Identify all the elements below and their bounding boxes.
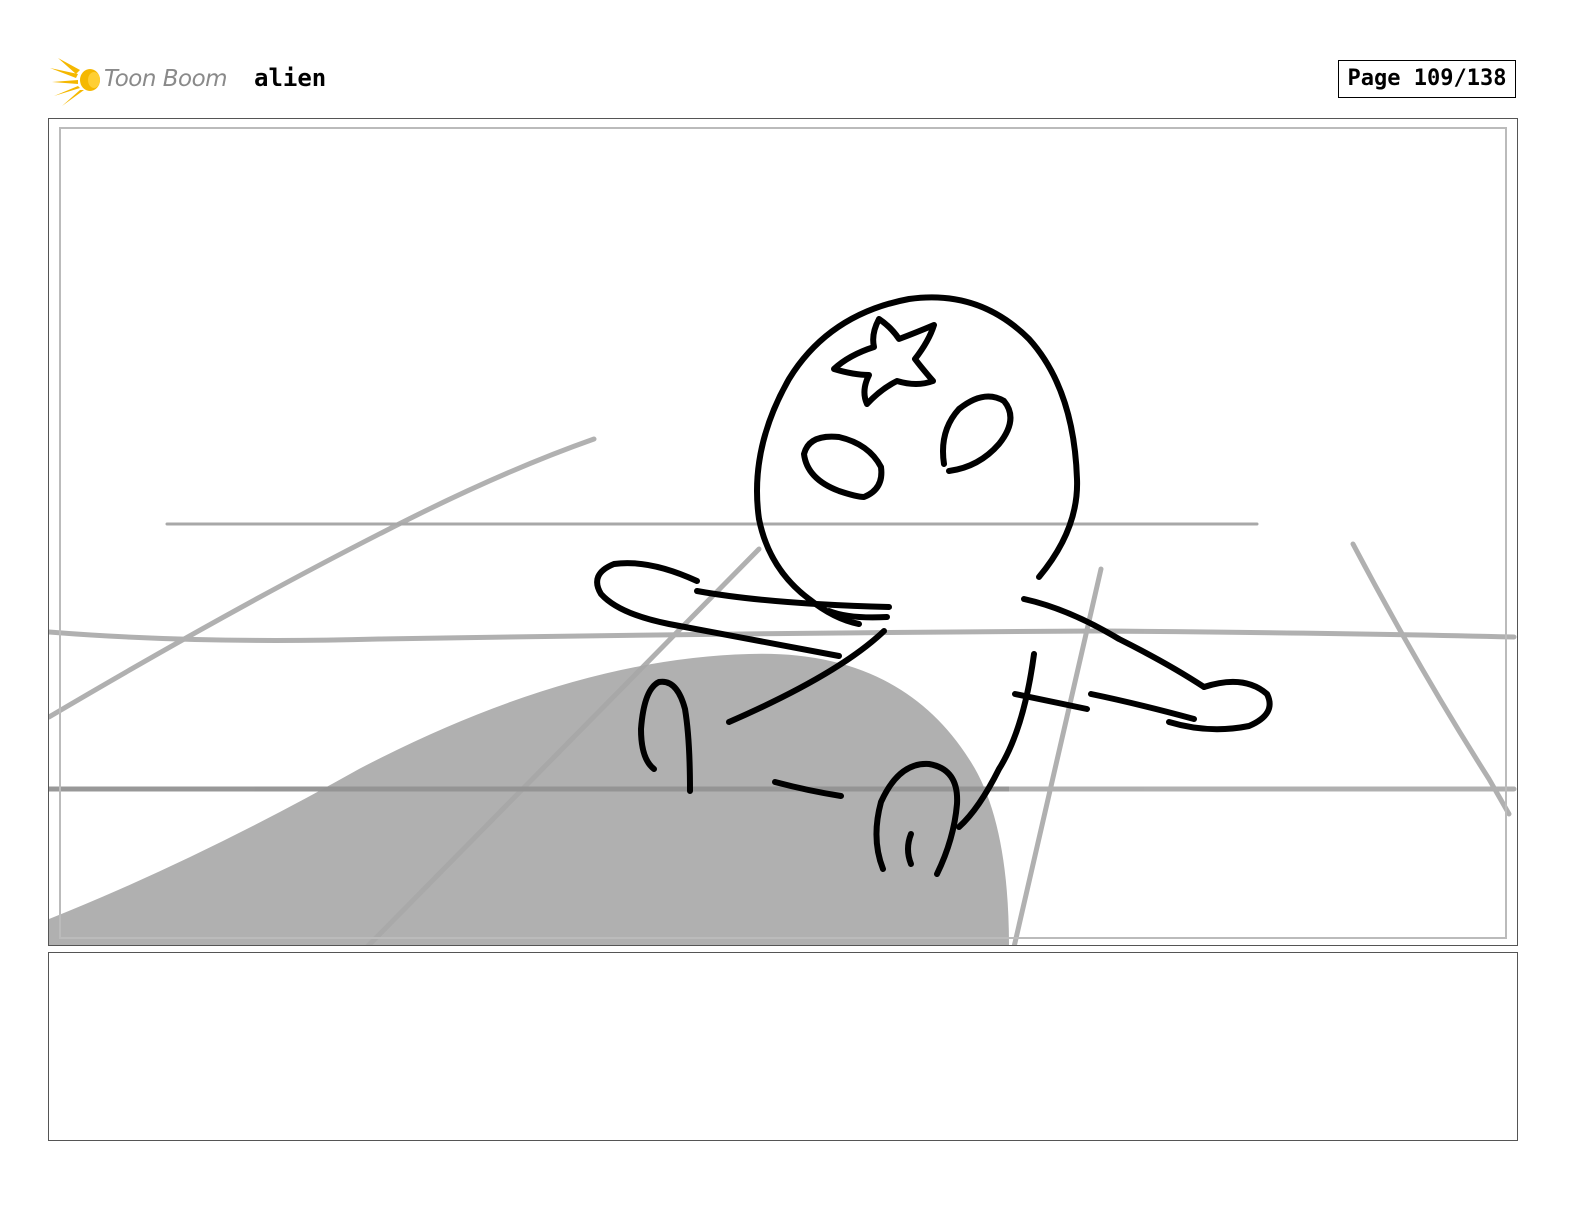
starburst-logo-icon (50, 58, 100, 106)
project-title: alien (254, 64, 327, 92)
logo-text: Toon Boom (104, 66, 228, 92)
ground-shape (49, 653, 1009, 945)
storyboard-panel (48, 118, 1518, 946)
toon-boom-logo: Toon Boom (50, 56, 240, 106)
page-indicator: Page 109/138 (1338, 60, 1516, 98)
panel-caption-box (48, 952, 1518, 1141)
panel-sketch-image (49, 294, 1517, 945)
